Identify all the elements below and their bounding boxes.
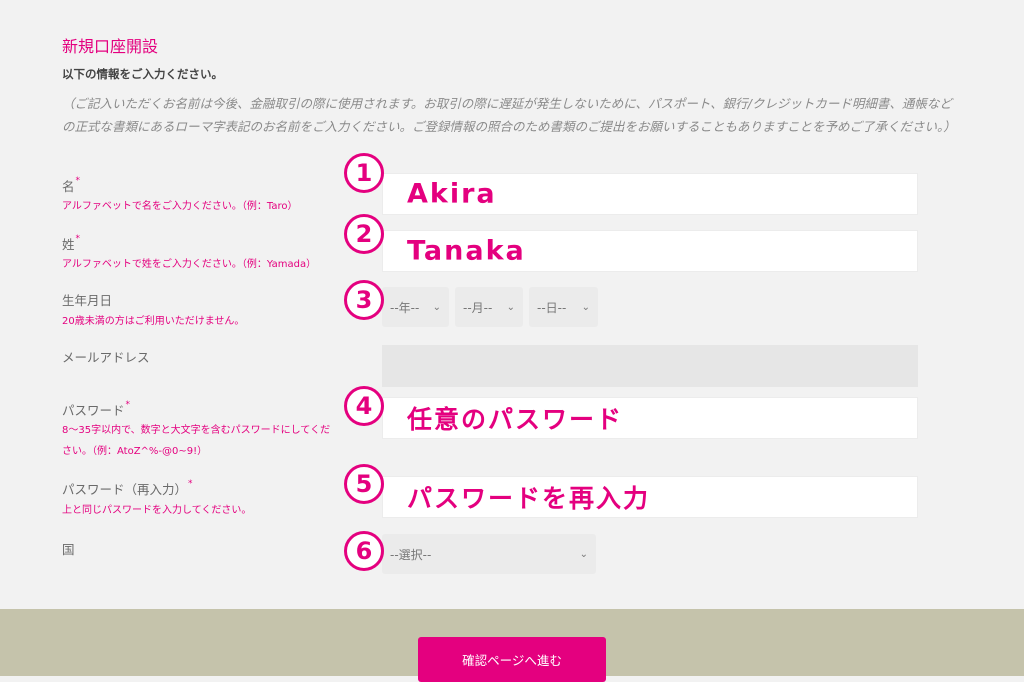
page-title: 新規口座開設 — [62, 37, 159, 56]
password-label-text: パスワード — [62, 403, 125, 418]
required-mark: * — [125, 400, 131, 410]
birth-day-value: --日-- — [537, 300, 567, 315]
confirm-page-button[interactable]: 確認ページへ進む — [418, 637, 606, 682]
password-label: パスワード* — [62, 400, 130, 419]
password-confirm-label: パスワード（再入力）* — [62, 479, 193, 498]
password-annotation: 任意のパスワード — [407, 405, 624, 434]
password-confirm-label-text: パスワード（再入力） — [62, 482, 188, 497]
password-confirm-input[interactable]: パスワードを再入力 — [382, 476, 918, 518]
last-name-annotation: Tanaka — [407, 235, 526, 267]
first-name-label-text: 名 — [62, 179, 75, 194]
step-1-badge: 1 — [344, 153, 384, 193]
password-hint-line1: 8～35字以内で、数字と大文字を含むパスワードにしてくだ — [62, 425, 331, 436]
birth-year-select[interactable]: --年-- ⌄ — [382, 287, 449, 327]
last-name-label-text: 姓 — [62, 237, 75, 252]
password-hint-line2: さい。（例：AtoZ^%-@0~9!） — [62, 446, 208, 457]
first-name-annotation: Akira — [407, 178, 497, 210]
birth-year-value: --年-- — [390, 300, 420, 315]
birthdate-label: 生年月日 — [62, 293, 113, 308]
intro-text: 以下の情報をご入力ください。 — [62, 67, 223, 81]
email-label: メールアドレス — [62, 350, 150, 365]
first-name-hint: アルファベットで名をご入力ください。（例：Taro） — [62, 201, 298, 212]
birth-month-value: --月-- — [463, 300, 493, 315]
email-input[interactable] — [382, 345, 918, 387]
step-2-badge: 2 — [344, 214, 384, 254]
country-select[interactable]: --選択-- ⌄ — [382, 534, 596, 574]
chevron-down-icon: ⌄ — [579, 548, 588, 560]
last-name-hint: アルファベットで姓をご入力ください。（例：Yamada） — [62, 259, 317, 270]
first-name-label: 名* — [62, 176, 80, 195]
step-3-badge: 3 — [344, 280, 384, 320]
required-mark: * — [75, 234, 81, 244]
chevron-down-icon: ⌄ — [581, 301, 590, 313]
step-6-badge: 6 — [344, 531, 384, 571]
required-mark: * — [75, 176, 81, 186]
country-value: --選択-- — [390, 547, 432, 562]
chevron-down-icon: ⌄ — [506, 301, 515, 313]
first-name-input[interactable]: Akira — [382, 173, 918, 215]
name-notice: （ご記入いただくお名前は今後、金融取引の際に使用されます。お取引の際に遅延が発生… — [62, 96, 956, 134]
step-4-badge: 4 — [344, 386, 384, 426]
password-input[interactable]: 任意のパスワード — [382, 397, 918, 439]
required-mark: * — [188, 479, 193, 489]
last-name-label: 姓* — [62, 234, 80, 253]
last-name-input[interactable]: Tanaka — [382, 230, 918, 272]
chevron-down-icon: ⌄ — [432, 301, 441, 313]
birth-day-select[interactable]: --日-- ⌄ — [529, 287, 598, 327]
step-5-badge: 5 — [344, 464, 384, 504]
birthdate-hint: 20歳未満の方はご利用いただけません。 — [62, 316, 245, 327]
birth-month-select[interactable]: --月-- ⌄ — [455, 287, 523, 327]
country-label: 国 — [62, 542, 75, 557]
password-confirm-hint: 上と同じパスワードを入力してください。 — [62, 505, 252, 516]
password-confirm-annotation: パスワードを再入力 — [407, 484, 651, 513]
